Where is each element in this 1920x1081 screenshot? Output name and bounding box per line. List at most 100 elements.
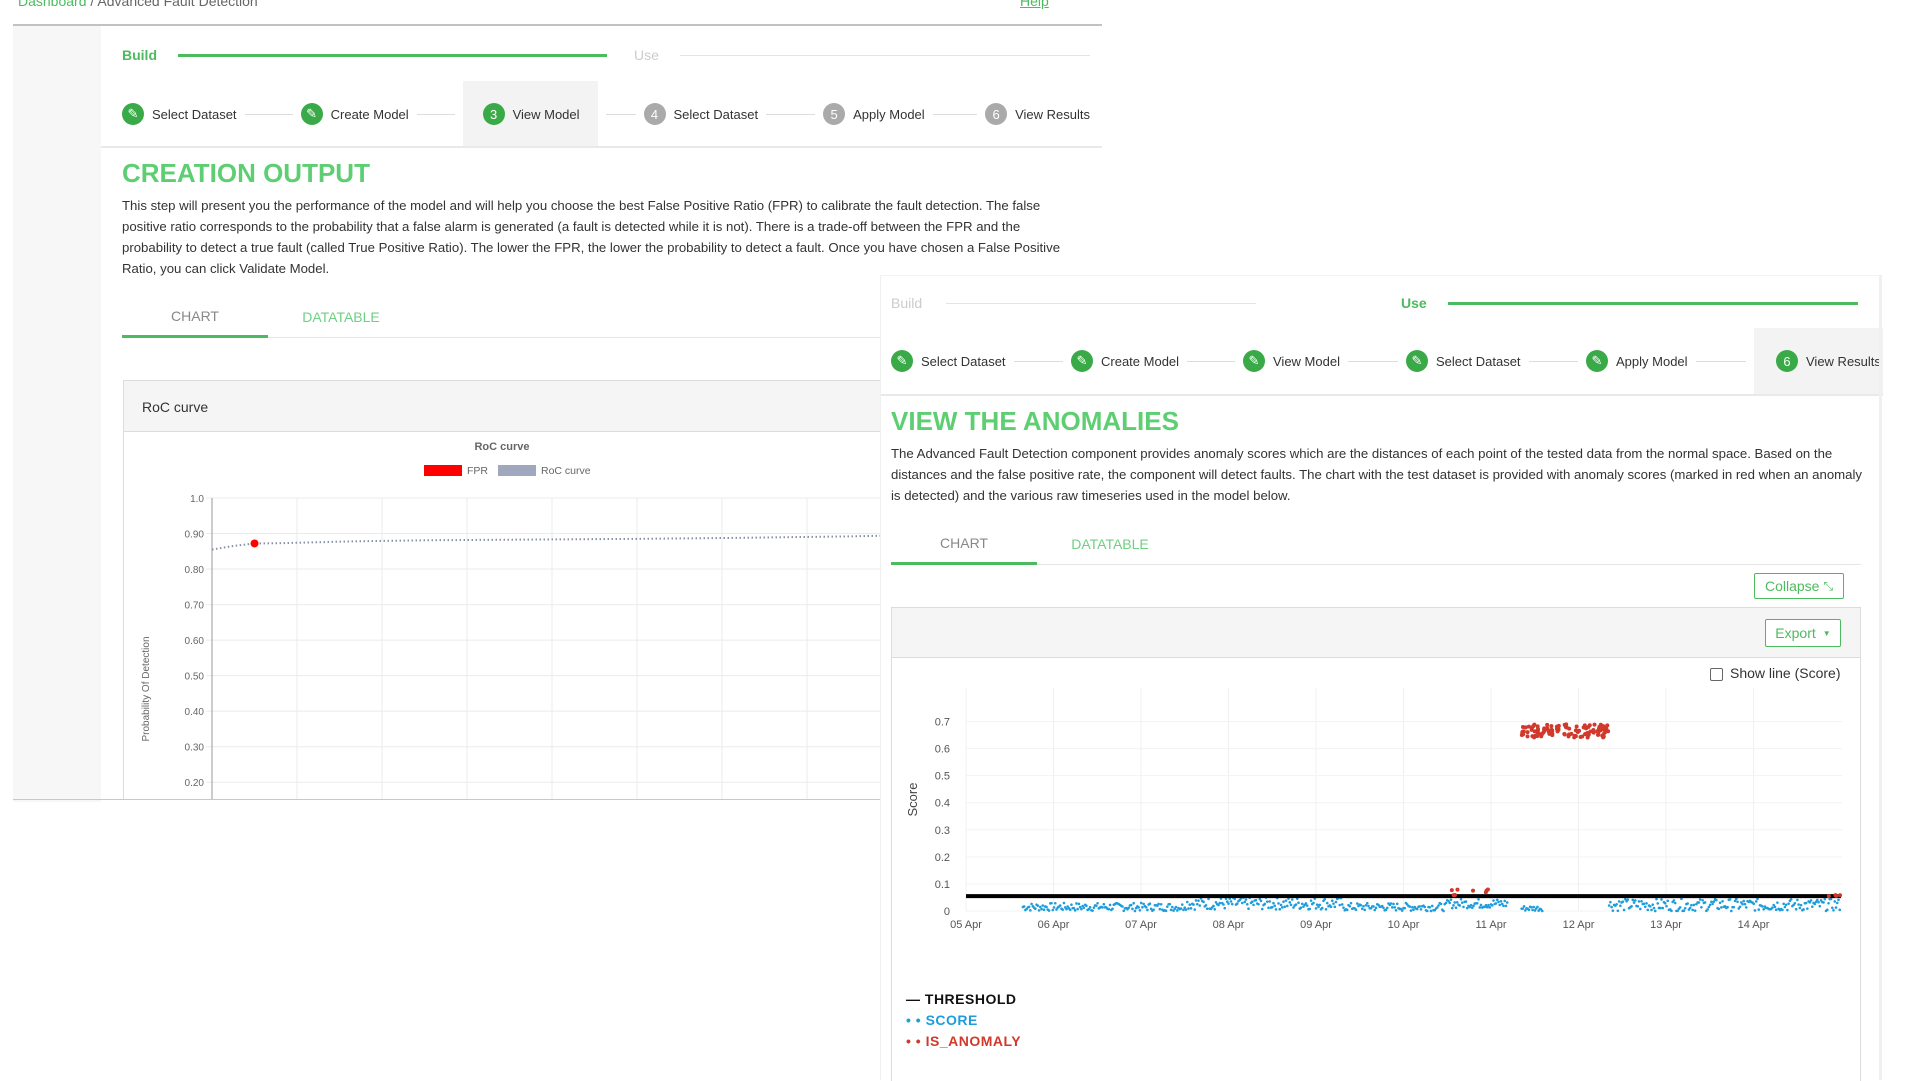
score-point — [1355, 902, 1359, 905]
fpr-point — [250, 539, 259, 548]
phase-use-label[interactable]: Use — [1401, 295, 1427, 311]
score-point — [1650, 908, 1653, 912]
score-point — [1531, 908, 1534, 912]
legend-is-anomaly[interactable]: • • IS_ANOMALY — [906, 1033, 1021, 1049]
step-create-model[interactable]: ✎ Create Model — [1071, 328, 1243, 394]
phase-build-label[interactable]: Build — [891, 295, 922, 311]
score-point — [1362, 904, 1365, 908]
step-select-dataset-2[interactable]: 4 Select Dataset — [643, 81, 824, 147]
legend-roc-label: RoC curve — [541, 465, 591, 477]
phase-use-label[interactable]: Use — [634, 47, 659, 63]
roc-chart[interactable]: RoC curve FPR RoC curve 1.0 0.90 0.80 0.70 0.60… — [124, 432, 881, 800]
step-label: View Model — [512, 106, 580, 122]
score-point — [1455, 901, 1459, 904]
score-point — [1193, 908, 1197, 911]
score-point — [1656, 902, 1660, 905]
score-point — [1736, 900, 1739, 904]
score-point — [1127, 906, 1131, 910]
score-point — [1478, 906, 1482, 909]
anomaly-point — [1592, 722, 1597, 727]
score-point — [1418, 905, 1422, 908]
phase-build-label[interactable]: Build — [122, 47, 157, 63]
x-tick-label: 10 Apr — [1388, 919, 1420, 931]
anomaly-point — [1567, 726, 1572, 731]
build-tabs: CHART DATATABLE — [122, 296, 880, 338]
y-tick-label: 0.2 — [935, 852, 950, 864]
collapse-icon: ⤡ — [1823, 578, 1834, 593]
score-point — [1834, 906, 1838, 909]
score-point — [1449, 898, 1453, 901]
legend-fpr-swatch — [424, 465, 462, 476]
tab-chart[interactable]: CHART — [891, 523, 1037, 565]
score-point — [1665, 904, 1668, 908]
score-point — [1794, 907, 1798, 911]
score-point — [1385, 906, 1389, 910]
score-point — [1442, 909, 1445, 913]
step-apply-model[interactable]: ✎ Apply Model — [1586, 328, 1754, 394]
score-point — [1617, 900, 1621, 903]
legend-threshold[interactable]: — THRESHOLD — [906, 991, 1017, 1007]
score-point — [1761, 905, 1764, 908]
y-tick-label: 0.50 — [185, 672, 205, 683]
score-point — [1289, 903, 1293, 907]
score-point — [1146, 908, 1149, 912]
score-point — [1273, 904, 1277, 908]
export-dropdown[interactable]: Export ▼ — [1765, 619, 1841, 647]
score-point — [1652, 906, 1656, 910]
score-point — [1070, 903, 1073, 907]
step-view-model[interactable]: ✎ View Model — [1243, 328, 1406, 394]
anomaly-point — [1535, 727, 1540, 732]
anomaly-point — [1545, 722, 1550, 727]
score-point — [1488, 906, 1492, 909]
score-point — [1666, 899, 1670, 903]
score-point — [1363, 908, 1367, 912]
step-select-dataset[interactable]: ✎ Select Dataset — [891, 328, 1071, 394]
score-point — [1454, 906, 1458, 909]
score-point — [1314, 907, 1318, 910]
score-point — [1460, 901, 1464, 904]
step-view-model[interactable]: 3 View Model — [462, 81, 599, 147]
score-point — [1394, 909, 1398, 912]
show-line-checkbox[interactable] — [1710, 668, 1723, 681]
anomaly-point — [1523, 725, 1528, 730]
anomaly-chart[interactable]: 05 Apr 06 Apr 07 Apr 08 Apr 09 Apr 10 Apr 11 A… — [892, 688, 1860, 978]
score-point — [1412, 908, 1415, 912]
score-point — [1308, 907, 1312, 911]
score-point — [1139, 901, 1143, 905]
step-view-results[interactable]: 6 View Results — [985, 81, 1090, 147]
step-number-icon: 3 — [482, 103, 505, 125]
breadcrumb-dashboard-link[interactable]: Dashboard — [18, 0, 87, 9]
score-point — [1247, 907, 1250, 911]
step-select-dataset[interactable]: ✎ Select Dataset — [122, 81, 301, 147]
collapse-button[interactable]: Collapse ⤡ — [1754, 573, 1844, 599]
tab-datatable[interactable]: DATATABLE — [1037, 523, 1183, 565]
score-point — [1799, 903, 1803, 907]
step-view-results[interactable]: 6 View Results — [1754, 328, 1883, 394]
step-connector — [416, 113, 455, 115]
legend-score[interactable]: • • SCORE — [906, 1012, 978, 1028]
score-point — [1718, 901, 1722, 905]
score-point — [1068, 908, 1072, 912]
score-point — [1077, 902, 1081, 906]
step-number-icon: 4 — [643, 103, 666, 125]
score-point — [1367, 904, 1370, 908]
step-create-model[interactable]: ✎ Create Model — [300, 81, 463, 147]
score-point — [1630, 904, 1633, 908]
step-label: Create Model — [1101, 353, 1180, 369]
score-point — [1726, 905, 1729, 909]
help-link[interactable]: Help — [1020, 0, 1049, 9]
score-point — [1179, 907, 1183, 910]
score-point — [1309, 899, 1313, 902]
tab-chart[interactable]: CHART — [122, 296, 268, 338]
score-point — [1757, 908, 1761, 911]
step-apply-model[interactable]: 5 Apply Model — [823, 81, 985, 147]
step-number-icon: 6 — [1776, 350, 1798, 372]
score-point — [1297, 901, 1300, 905]
score-point — [1027, 905, 1031, 909]
show-line-label[interactable]: Show line (Score) — [1730, 665, 1841, 681]
step-select-dataset-2[interactable]: ✎ Select Dataset — [1406, 328, 1586, 394]
score-point — [1290, 898, 1294, 901]
score-point — [1419, 907, 1423, 911]
step-label: View Results — [1015, 106, 1090, 122]
tab-datatable[interactable]: DATATABLE — [268, 296, 414, 338]
